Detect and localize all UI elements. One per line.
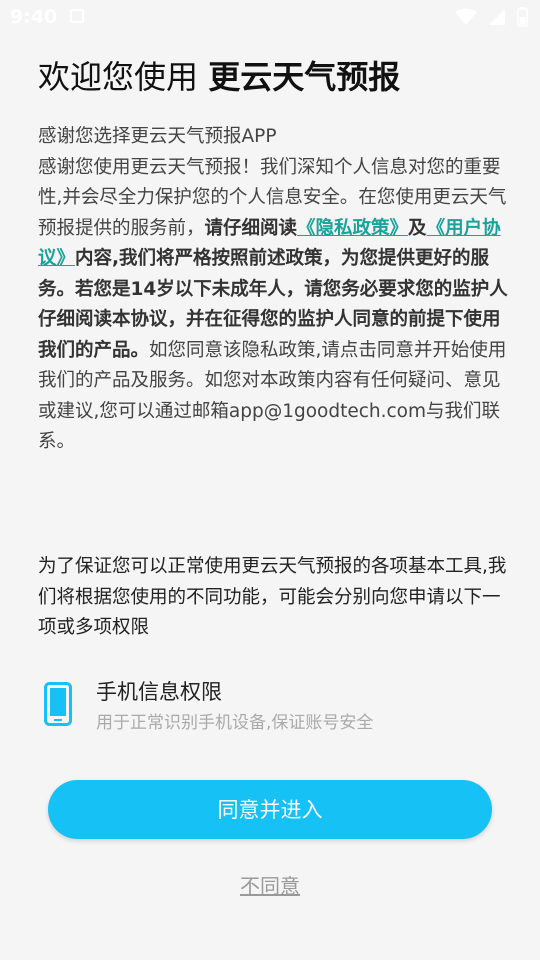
status-time: 9:40 [10, 6, 58, 28]
permission-title: 手机信息权限 [96, 680, 222, 704]
intro-paragraph: 感谢您使用更云天气预报！我们深知个人信息对您的重要性,并会尽全力保护您的个人信息… [38, 153, 508, 458]
intro-and: 及 [408, 217, 427, 239]
status-bar: 9:40 [0, 0, 540, 36]
status-icons [449, 6, 528, 30]
privacy-intro: 感谢您选择更云天气预报APP 感谢您使用更云天气预报！我们深知个人信息对您的重要… [38, 122, 508, 458]
battery-icon [517, 6, 528, 27]
privacy-policy-link[interactable]: 《隐私政策》 [297, 218, 408, 239]
permission-description: 用于正常识别手机设备,保证账号安全 [96, 713, 374, 733]
notification-icon [70, 9, 84, 23]
page-title: 欢迎您使用 更云天气预报 [38, 52, 400, 98]
disagree-button[interactable]: 不同意 [0, 870, 540, 899]
wifi-icon [454, 8, 477, 25]
title-brand: 更云天气预报 [208, 58, 401, 96]
phone-icon [44, 682, 72, 726]
permissions-intro: 为了保证您可以正常使用更云天气预报的各项基本工具,我们将根据您使用的不同功能，可… [38, 556, 507, 638]
signal-icon [488, 8, 505, 25]
intro-line1: 感谢您选择更云天气预报APP [38, 126, 277, 147]
intro-bold-lead: 请仔细阅读 [204, 217, 298, 239]
agree-button[interactable]: 同意并进入 [48, 780, 492, 839]
title-prefix: 欢迎您使用 [38, 58, 209, 96]
